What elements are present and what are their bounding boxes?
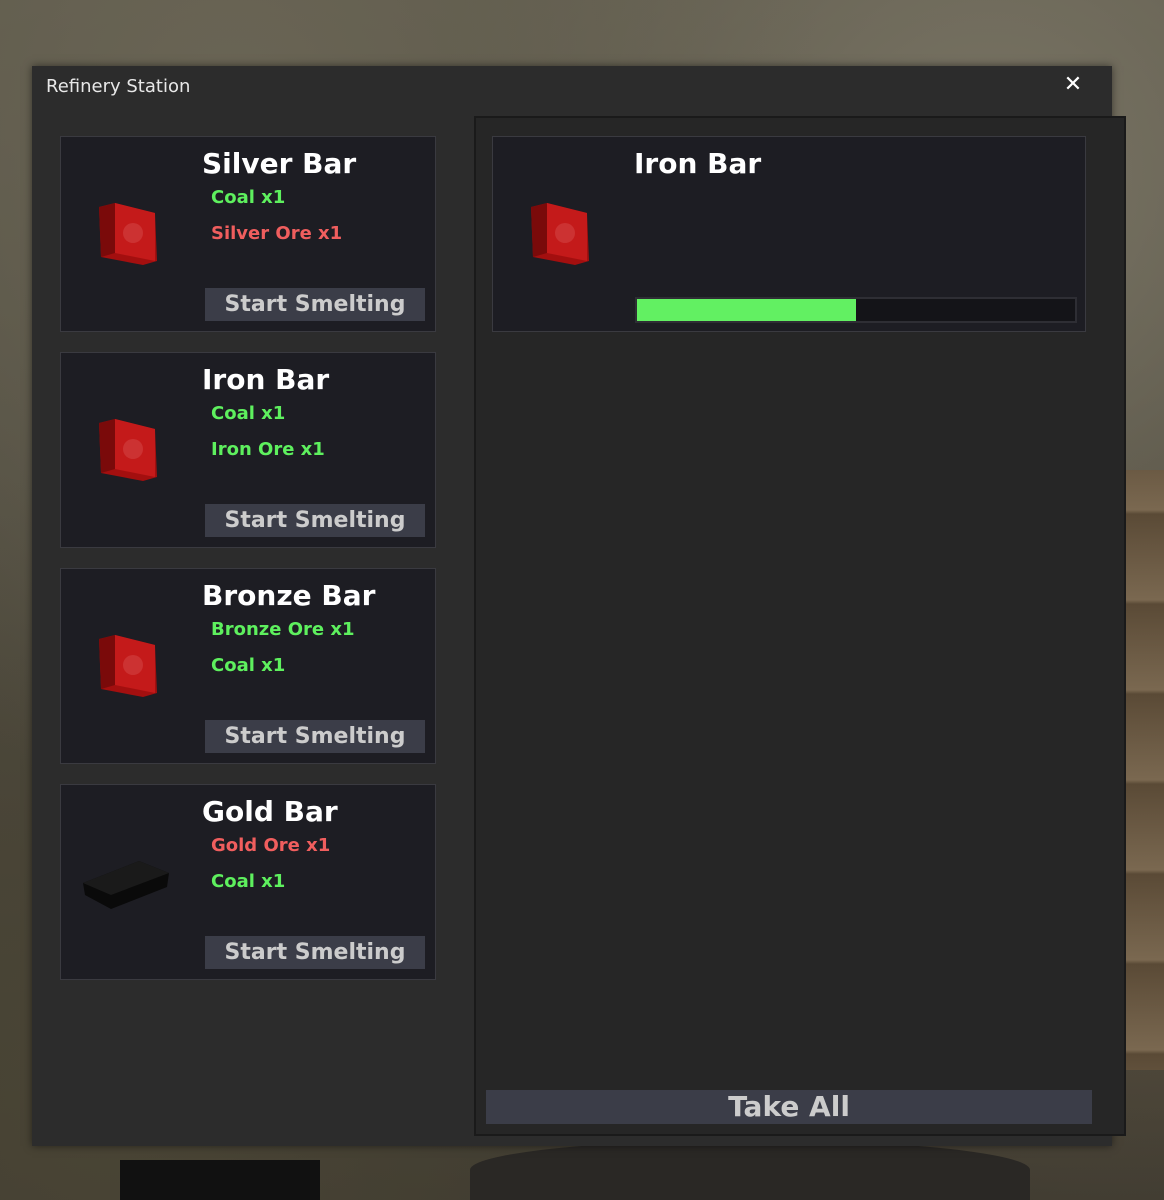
red-bar-icon (99, 419, 157, 481)
start-smelting-button[interactable]: Start Smelting (205, 504, 425, 537)
start-smelting-button[interactable]: Start Smelting (205, 288, 425, 321)
recipe-card-iron-bar: Iron Bar Coal x1 Iron Ore x1 Start Smelt… (60, 352, 436, 548)
ingredient-label: Coal x1 (211, 187, 286, 208)
ingredient-label: Silver Ore x1 (211, 223, 343, 244)
recipe-card-gold-bar: Gold Bar Gold Ore x1 Coal x1 Start Smelt… (60, 784, 436, 980)
take-all-button[interactable]: Take All (486, 1090, 1092, 1124)
ingredient-label: Coal x1 (211, 655, 286, 676)
window-title: Refinery Station (46, 76, 191, 97)
red-bar-icon (531, 203, 589, 265)
background-barrel (470, 1140, 1030, 1200)
recipe-card-bronze-bar: Bronze Bar Bronze Ore x1 Coal x1 Start S… (60, 568, 436, 764)
background-object (120, 1160, 320, 1200)
ingredient-label: Gold Ore x1 (211, 835, 331, 856)
black-bar-icon (83, 861, 169, 909)
progress-fill (637, 299, 856, 321)
start-smelting-button[interactable]: Start Smelting (205, 936, 425, 969)
output-panel: Iron Bar Take All (474, 116, 1126, 1136)
ingredient-label: Iron Ore x1 (211, 439, 325, 460)
start-smelting-button[interactable]: Start Smelting (205, 720, 425, 753)
ingredient-label: Coal x1 (211, 871, 286, 892)
output-slot[interactable]: Iron Bar (492, 136, 1086, 332)
close-icon[interactable]: ✕ (1060, 72, 1086, 98)
recipe-name: Silver Bar (202, 147, 357, 180)
recipe-name: Gold Bar (202, 795, 338, 828)
recipe-name: Bronze Bar (202, 579, 376, 612)
smelting-progress-bar (635, 297, 1077, 323)
ingredient-label: Coal x1 (211, 403, 286, 424)
recipe-card-silver-bar: Silver Bar Coal x1 Silver Ore x1 Start S… (60, 136, 436, 332)
ingredient-label: Bronze Ore x1 (211, 619, 355, 640)
red-bar-icon (99, 635, 157, 697)
refinery-window: Refinery Station ✕ Silver Bar Coal x1 Si… (32, 66, 1126, 1146)
output-item-name: Iron Bar (634, 147, 762, 180)
recipe-name: Iron Bar (202, 363, 330, 396)
red-bar-icon (99, 203, 157, 265)
